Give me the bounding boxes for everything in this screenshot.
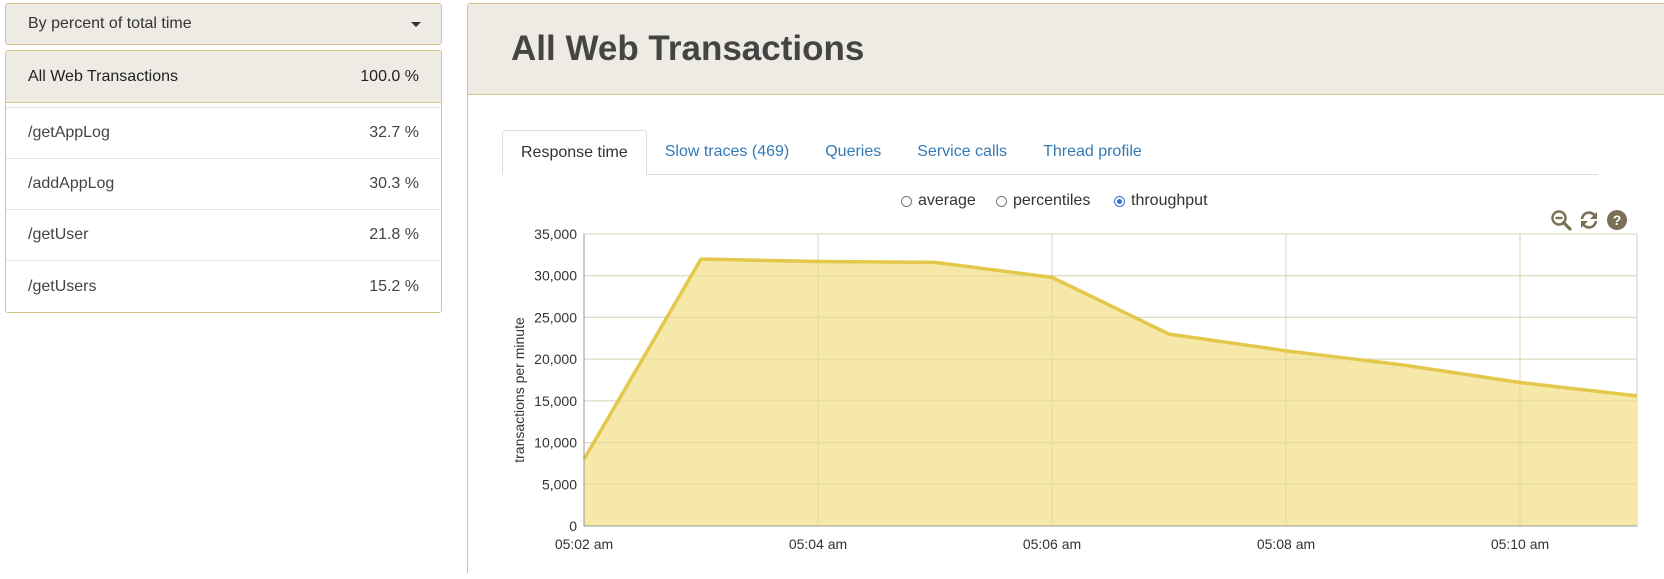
y-tick-label: 20,000 (534, 351, 577, 367)
y-axis-label: transactions per minute (511, 317, 527, 463)
y-tick-label: 25,000 (534, 309, 577, 325)
transaction-percent: 30.3 % (369, 175, 419, 193)
transaction-row[interactable]: /getAppLog 32.7 % (6, 108, 441, 159)
y-tick-label: 30,000 (534, 268, 577, 284)
transaction-row[interactable]: /getUser 21.8 % (6, 210, 441, 261)
x-tick-label: 05:06 am (1023, 536, 1081, 552)
x-tick-label: 05:10 am (1491, 536, 1549, 552)
transaction-percent: 15.2 % (369, 278, 419, 296)
transaction-percent: 32.7 % (369, 124, 419, 142)
y-tick-label: 10,000 (534, 435, 577, 451)
transaction-name: /addAppLog (28, 175, 114, 193)
x-tick-label: 05:08 am (1257, 536, 1315, 552)
caret-down-icon (411, 22, 421, 27)
transaction-row[interactable]: /addAppLog 30.3 % (6, 159, 441, 210)
transaction-total-percent: 100.0 % (360, 68, 419, 86)
x-tick-label: 05:04 am (789, 536, 847, 552)
sort-dropdown-label: By percent of total time (28, 15, 192, 33)
y-tick-label: 15,000 (534, 393, 577, 409)
transaction-name: /getUsers (28, 278, 96, 296)
transaction-total-row[interactable]: All Web Transactions 100.0 % (6, 51, 441, 103)
transaction-name: /getAppLog (28, 124, 110, 142)
y-tick-label: 35,000 (534, 226, 577, 242)
main-panel: All Web Transactions Response time Slow … (467, 3, 1664, 573)
sort-dropdown[interactable]: By percent of total time (5, 3, 442, 45)
throughput-chart[interactable]: 0 5,000 10,000 15,000 20,000 25,000 30,000 35,0… (468, 4, 1664, 574)
transaction-list: All Web Transactions 100.0 % /getAppLog … (5, 50, 442, 313)
x-tick-label: 05:02 am (555, 536, 613, 552)
chart-area: 0 5,000 10,000 15,000 20,000 25,000 30,000 35,0… (468, 4, 1664, 574)
y-tick-label: 0 (569, 518, 577, 534)
y-tick-label: 5,000 (542, 476, 577, 492)
transaction-percent: 21.8 % (369, 226, 419, 244)
transaction-row[interactable]: /getUsers 15.2 % (6, 261, 441, 312)
transaction-total-name: All Web Transactions (28, 68, 178, 86)
transaction-name: /getUser (28, 226, 88, 244)
